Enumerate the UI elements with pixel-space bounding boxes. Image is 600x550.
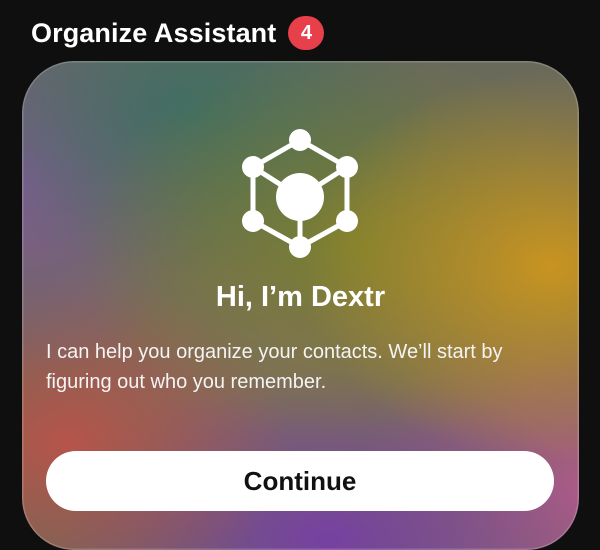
greeting-heading: Hi, I’m Dextr bbox=[215, 281, 386, 313]
description-text: I can help you organize your contacts. W… bbox=[46, 341, 503, 393]
assistant-card: Hi, I’m Dextr I can help you organize yo… bbox=[22, 61, 579, 550]
continue-button[interactable]: Continue bbox=[46, 451, 554, 511]
cube-network-icon bbox=[242, 129, 358, 258]
page-title: Organize Assistant bbox=[31, 17, 277, 48]
count-badge: 4 bbox=[288, 16, 325, 50]
header: Organize Assistant 4 bbox=[31, 14, 325, 52]
